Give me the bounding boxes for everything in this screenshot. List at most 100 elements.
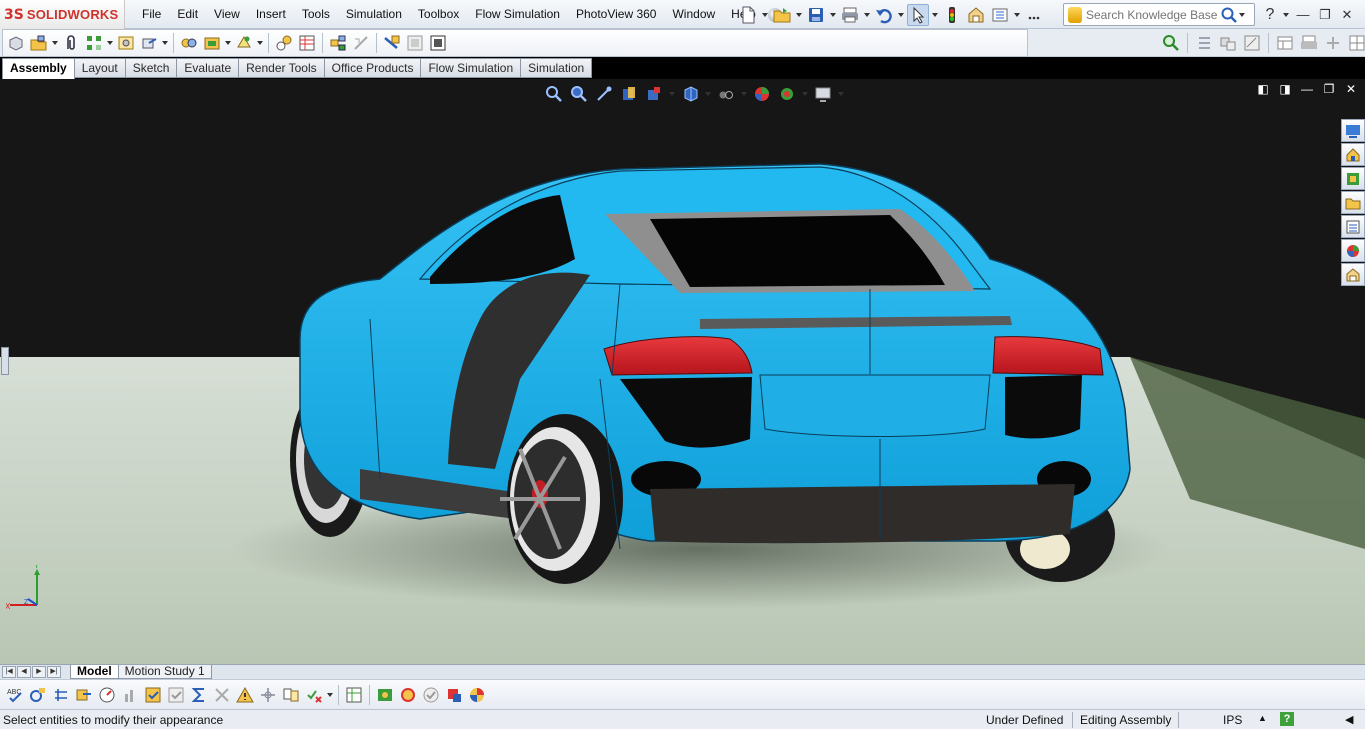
display-style-button[interactable] xyxy=(715,83,737,105)
insert-components-button[interactable] xyxy=(28,32,50,54)
menu-file[interactable]: File xyxy=(134,0,169,29)
options-button[interactable] xyxy=(989,4,1011,26)
edit-appearance-button[interactable] xyxy=(751,83,773,105)
tab-render-tools[interactable]: Render Tools xyxy=(238,58,325,78)
linear-pattern-button[interactable] xyxy=(83,32,105,54)
view-orientation-button[interactable] xyxy=(679,83,701,105)
check-button[interactable] xyxy=(142,684,164,706)
appearances-tab[interactable] xyxy=(1341,239,1365,262)
assembly-features-button[interactable] xyxy=(201,32,223,54)
clearance-verification-button[interactable] xyxy=(404,32,426,54)
help-button[interactable]: ? xyxy=(1262,6,1278,24)
design-checker-button[interactable] xyxy=(343,684,365,706)
search-icon[interactable] xyxy=(1220,6,1238,24)
verify-button[interactable] xyxy=(165,684,187,706)
units-selector[interactable]: IPS xyxy=(1223,713,1242,727)
menu-flow-simulation[interactable]: Flow Simulation xyxy=(467,0,568,29)
custom-properties-tab[interactable] xyxy=(1341,263,1365,286)
move-component-dropdown[interactable] xyxy=(161,32,169,54)
check-sketch-dropdown[interactable] xyxy=(326,684,334,706)
restore-button[interactable]: ❐ xyxy=(1316,6,1334,24)
section-properties-button[interactable] xyxy=(73,684,95,706)
edit-component-button[interactable] xyxy=(5,32,27,54)
spell-check-button[interactable]: ABC xyxy=(4,684,26,706)
render-button[interactable] xyxy=(397,684,419,706)
smart-dimension-button[interactable] xyxy=(27,684,49,706)
save-dropdown[interactable] xyxy=(829,4,837,26)
menu-toolbox[interactable]: Toolbox xyxy=(410,0,467,29)
tab-model[interactable]: Model xyxy=(70,665,119,679)
menu-photoview-360[interactable]: PhotoView 360 xyxy=(568,0,665,29)
undo-button[interactable] xyxy=(873,4,895,26)
open-dropdown[interactable] xyxy=(795,4,803,26)
assembly-visualization-button[interactable] xyxy=(119,684,141,706)
reference-geometry-dropdown[interactable] xyxy=(256,32,264,54)
previous-tab-arrow-icon[interactable]: ◀ xyxy=(17,666,31,678)
warning-button[interactable] xyxy=(234,684,256,706)
next-tab-arrow-icon[interactable]: ▶ xyxy=(32,666,46,678)
linear-pattern-dropdown[interactable] xyxy=(106,32,114,54)
menu-simulation[interactable]: Simulation xyxy=(338,0,410,29)
menu-edit[interactable]: Edit xyxy=(169,0,206,29)
select-button[interactable] xyxy=(907,3,929,26)
status-collapse-icon[interactable]: ◀ xyxy=(1345,713,1353,726)
solidworks-resources-tab[interactable] xyxy=(1341,119,1365,142)
menu-window[interactable]: Window xyxy=(664,0,723,29)
toolbar-overflow-button[interactable] xyxy=(1023,4,1045,26)
tab-layout[interactable]: Layout xyxy=(73,58,126,78)
layout-button[interactable] xyxy=(1274,32,1296,54)
menu-insert[interactable]: Insert xyxy=(248,0,294,29)
mate-button[interactable] xyxy=(60,32,82,54)
next-window-icon[interactable]: ◨ xyxy=(1277,81,1293,97)
view-orientation-dropdown[interactable] xyxy=(704,83,712,105)
rebuild-button[interactable] xyxy=(941,4,963,26)
smart-fasteners-button[interactable] xyxy=(115,32,137,54)
save-button[interactable] xyxy=(805,4,827,26)
previous-view-button[interactable] xyxy=(593,83,615,105)
photoview-button[interactable] xyxy=(374,684,396,706)
print-button[interactable] xyxy=(839,4,861,26)
menu-view[interactable]: View xyxy=(206,0,248,29)
apply-scene-button[interactable] xyxy=(776,83,798,105)
check-options-button[interactable] xyxy=(420,684,442,706)
view-settings-dropdown[interactable] xyxy=(837,83,845,105)
interference-detection-button[interactable] xyxy=(381,32,403,54)
move-component-button[interactable] xyxy=(138,32,160,54)
zoom-to-fit-button[interactable] xyxy=(1160,32,1182,54)
solidworks-logo[interactable]: 3S SOLIDWORKS xyxy=(0,0,125,29)
viewport-restore-button[interactable]: ❐ xyxy=(1321,81,1337,97)
new-dropdown[interactable] xyxy=(761,4,769,26)
explode-line-sketch-button[interactable] xyxy=(350,32,372,54)
viewport-minimize-button[interactable]: — xyxy=(1299,81,1315,97)
view-palette-tab[interactable] xyxy=(1341,191,1365,214)
list-view-button[interactable] xyxy=(1193,32,1215,54)
first-tab-arrow-icon[interactable]: |◀ xyxy=(2,666,16,678)
new-motion-study-button[interactable] xyxy=(273,32,295,54)
tab-motion-study-1[interactable]: Motion Study 1 xyxy=(117,665,212,679)
appearance-palette-button[interactable] xyxy=(466,684,488,706)
viewport-close-button[interactable]: ✕ xyxy=(1343,81,1359,97)
display-style-dropdown[interactable] xyxy=(740,83,748,105)
mass-properties-button[interactable] xyxy=(50,684,72,706)
options-dropdown[interactable] xyxy=(1013,4,1021,26)
quick-tips-help-button[interactable]: ? xyxy=(1280,712,1294,726)
check-sketch-button[interactable] xyxy=(303,684,325,706)
bill-of-materials-button[interactable] xyxy=(296,32,318,54)
tab-evaluate[interactable]: Evaluate xyxy=(176,58,240,78)
compare-documents-button[interactable] xyxy=(280,684,302,706)
graphics-area[interactable]: ◧ ◨ — ❐ ✕ Y X Z xyxy=(0,79,1365,664)
component-list-button[interactable] xyxy=(1217,32,1239,54)
instant3d-button[interactable] xyxy=(427,32,449,54)
stop-button[interactable] xyxy=(443,684,465,706)
open-button[interactable] xyxy=(771,4,793,26)
dynamic-annotation-dropdown[interactable] xyxy=(668,83,676,105)
tab-sketch[interactable]: Sketch xyxy=(124,58,178,78)
add-item-button[interactable] xyxy=(1322,32,1344,54)
car-model-scene[interactable] xyxy=(0,79,1365,664)
search-input[interactable] xyxy=(1086,7,1220,22)
units-up-arrow-icon[interactable]: ▲ xyxy=(1258,713,1267,723)
reference-geometry-button[interactable] xyxy=(233,32,255,54)
undo-dropdown[interactable] xyxy=(897,4,905,26)
last-tab-arrow-icon[interactable]: ▶| xyxy=(47,666,61,678)
configurations-button[interactable] xyxy=(1241,32,1263,54)
